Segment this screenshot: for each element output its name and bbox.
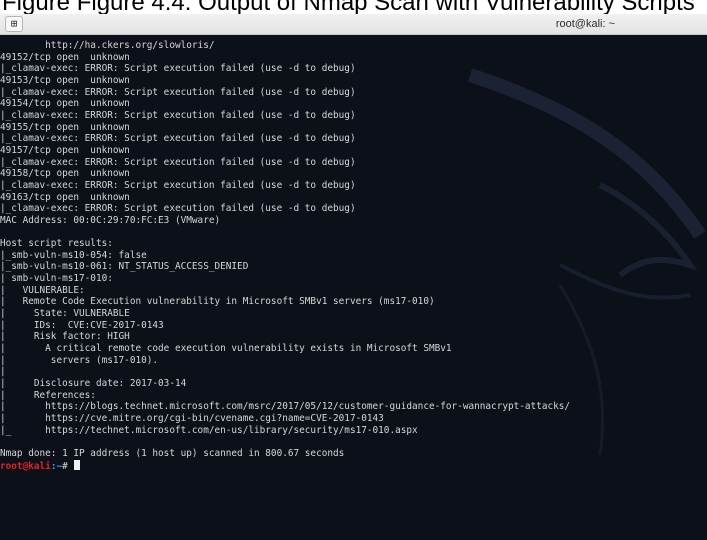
terminal-area[interactable]: http://ha.ckers.org/slowloris/49152/tcp … xyxy=(0,35,707,540)
terminal-line: MAC Address: 00:0C:29:70:FC:E3 (VMware) xyxy=(0,214,221,226)
terminal-line: 49153/tcp open unknown xyxy=(0,74,130,86)
text-cursor xyxy=(74,459,81,470)
window-titlebar: ⊞ root@kali: ~ xyxy=(0,14,707,35)
terminal-line: Host script results: xyxy=(0,238,113,250)
terminal-line: |_clamav-exec: ERROR: Script execution f… xyxy=(0,156,356,168)
shell-prompt[interactable]: root@kali:~# xyxy=(0,459,707,472)
terminal-line: | xyxy=(0,366,6,378)
terminal-line: http://ha.ckers.org/slowloris/ xyxy=(0,40,215,51)
figure-caption: Figure Figure 4.4: Output of Nmap Scan w… xyxy=(0,0,707,14)
terminal-line: | https://blogs.technet.microsoft.com/ms… xyxy=(0,401,571,413)
terminal-output: http://ha.ckers.org/slowloris/49152/tcp … xyxy=(0,40,707,472)
terminal-line: Nmap done: 1 IP address (1 host up) scan… xyxy=(0,447,345,459)
terminal-line: 49158/tcp open unknown xyxy=(0,168,130,180)
terminal-line: | References: xyxy=(0,389,96,401)
terminal-line: | VULNERABLE: xyxy=(0,284,85,296)
terminal-line: | IDs: CVE:CVE-2017-0143 xyxy=(0,319,164,331)
terminal-line: |_smb-vuln-ms10-054: false xyxy=(0,249,147,261)
prompt-path: :~ xyxy=(50,460,63,472)
terminal-line: 49163/tcp open unknown xyxy=(0,191,130,203)
terminal-line: |_clamav-exec: ERROR: Script execution f… xyxy=(0,109,356,121)
terminal-line: |_smb-vuln-ms10-061: NT_STATUS_ACCESS_DE… xyxy=(0,261,249,273)
terminal-line: 49152/tcp open unknown xyxy=(0,51,130,63)
window-title: root@kali: ~ xyxy=(555,18,615,30)
terminal-line: |_clamav-exec: ERROR: Script execution f… xyxy=(0,133,356,145)
terminal-line: |_clamav-exec: ERROR: Script execution f… xyxy=(0,203,356,215)
terminal-line: |_clamav-exec: ERROR: Script execution f… xyxy=(0,86,356,98)
terminal-line: 49157/tcp open unknown xyxy=(0,144,130,156)
terminal-line: |_clamav-exec: ERROR: Script execution f… xyxy=(0,179,356,191)
figure-caption-text: Figure Figure 4.4: Output of Nmap Scan w… xyxy=(2,0,695,14)
terminal-line: | Risk factor: HIGH xyxy=(0,331,130,343)
terminal-line: | Remote Code Execution vulnerability in… xyxy=(0,296,435,308)
terminal-line: | smb-vuln-ms17-010: xyxy=(0,273,113,285)
terminal-line: |_clamav-exec: ERROR: Script execution f… xyxy=(0,63,356,75)
terminal-line: 49154/tcp open unknown xyxy=(0,98,130,110)
terminal-line: | Disclosure date: 2017-03-14 xyxy=(0,378,187,390)
terminal-line: | servers (ms17-010). xyxy=(0,354,159,366)
prompt-user-host: root@kali xyxy=(0,460,51,472)
terminal-line: | State: VULNERABLE xyxy=(0,308,130,320)
terminal-line: | A critical remote code execution vulne… xyxy=(0,343,452,355)
terminal-line: 49155/tcp open unknown xyxy=(0,121,130,133)
terminal-line: | https://cve.mitre.org/cgi-bin/cvename.… xyxy=(0,413,384,424)
terminal-line: |_ https://technet.microsoft.com/en-us/l… xyxy=(0,424,418,436)
prompt-symbol: # xyxy=(62,460,74,472)
